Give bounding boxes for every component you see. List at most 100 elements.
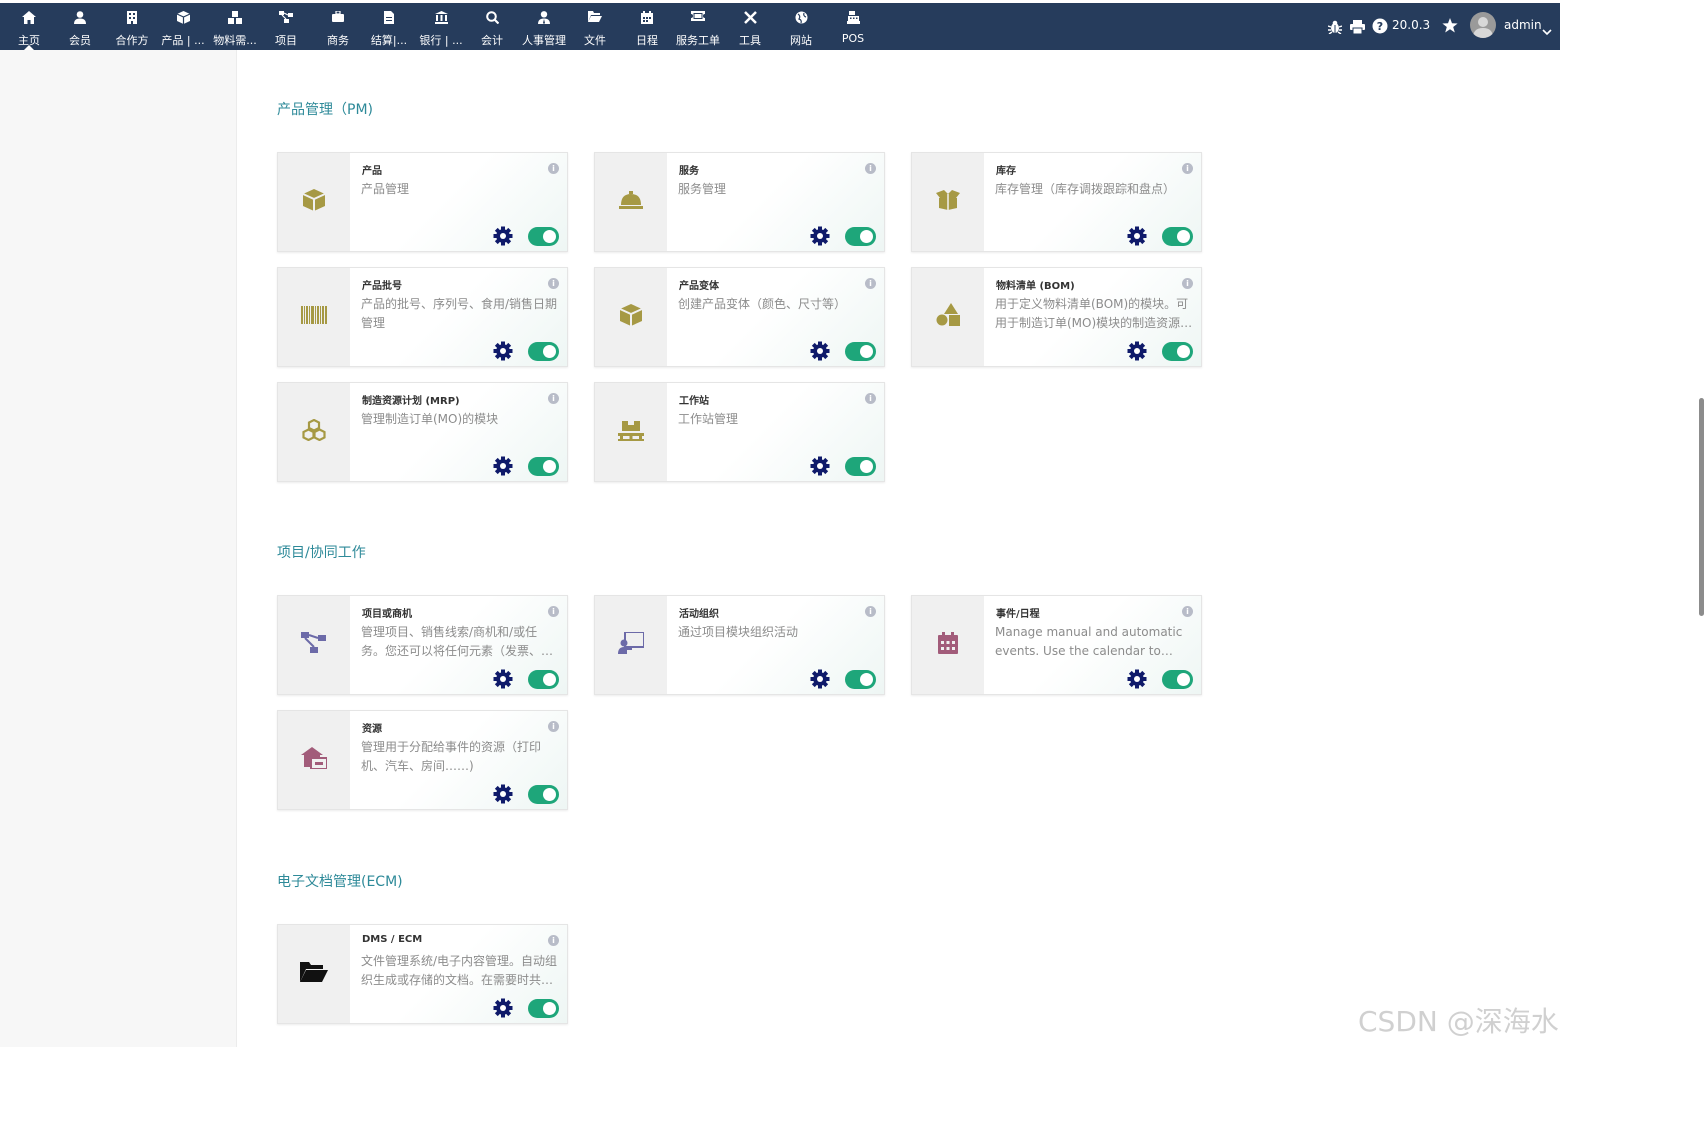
sitemap-icon	[301, 632, 327, 658]
info-icon[interactable]: i	[865, 163, 876, 174]
module-enable-toggle[interactable]	[845, 670, 876, 689]
module-enable-toggle[interactable]	[845, 457, 876, 476]
module-card-resource[interactable]: 资源 管理用于分配给事件的资源（打印机、汽车、房间……) i	[277, 710, 568, 810]
info-icon[interactable]: i	[865, 393, 876, 404]
gear-icon[interactable]	[1127, 226, 1147, 246]
module-card-product[interactable]: 产品 产品管理 i	[277, 152, 568, 252]
bank-icon	[416, 11, 466, 25]
page-scrollbar[interactable]	[1699, 398, 1704, 616]
nav-products[interactable]: 产品 | ...	[158, 3, 208, 50]
info-icon[interactable]: i	[1182, 163, 1193, 174]
module-card-mrp[interactable]: 制造资源计划 (MRP) 管理制造订单(MO)的模块 i	[277, 382, 568, 482]
gear-icon[interactable]	[1127, 341, 1147, 361]
nav-billing[interactable]: 结算|...	[364, 3, 414, 50]
version-label: 20.0.3	[1392, 18, 1431, 32]
gear-icon[interactable]	[810, 341, 830, 361]
gear-icon[interactable]	[810, 226, 830, 246]
gear-icon[interactable]	[493, 998, 513, 1018]
user-tie-icon	[519, 11, 569, 25]
module-description: 通过项目模块组织活动	[678, 625, 799, 639]
gear-icon[interactable]	[810, 669, 830, 689]
shapes-icon	[936, 303, 960, 331]
bookmark-star-icon[interactable]	[1442, 18, 1458, 37]
module-enable-toggle[interactable]	[1162, 227, 1193, 246]
nav-tickets[interactable]: 服务工单	[673, 3, 723, 50]
nav-bank[interactable]: 银行 | ...	[416, 3, 466, 50]
module-card-product-variant[interactable]: 产品变体 创建产品变体（颜色、尺寸等） i	[594, 267, 885, 367]
nav-website[interactable]: 网站	[776, 3, 826, 50]
module-card-project[interactable]: 项目或商机 管理项目、销售线索/商机和/或任务。您还可以将任何元素（发票、订单、…	[277, 595, 568, 695]
module-enable-toggle[interactable]	[528, 670, 559, 689]
info-icon[interactable]: i	[865, 278, 876, 289]
module-title: 物料清单 (BOM)	[996, 281, 1075, 292]
module-enable-toggle[interactable]	[1162, 670, 1193, 689]
module-card-event-organization[interactable]: 活动组织 通过项目模块组织活动 i	[594, 595, 885, 695]
cubes-icon	[210, 11, 260, 25]
nav-label: 主页	[18, 34, 40, 47]
gear-icon[interactable]	[493, 226, 513, 246]
gear-icon[interactable]	[810, 456, 830, 476]
gear-icon[interactable]	[493, 341, 513, 361]
nav-label: 产品 | ...	[161, 34, 205, 47]
module-icon-box	[278, 711, 350, 809]
nav-agenda[interactable]: 日程	[622, 3, 672, 50]
nav-hr[interactable]: 人事管理	[519, 3, 569, 50]
nav-projects[interactable]: 项目	[261, 3, 311, 50]
info-icon[interactable]: i	[548, 935, 559, 946]
nav-commerce[interactable]: 商务	[313, 3, 363, 50]
module-enable-toggle[interactable]	[845, 342, 876, 361]
info-icon[interactable]: i	[548, 393, 559, 404]
nav-tools[interactable]: 工具	[725, 3, 775, 50]
nav-home[interactable]: 主页	[4, 3, 54, 50]
module-card-bom[interactable]: 物料清单 (BOM) 用于定义物料清单(BOM)的模块。可用于制造订单(MO)模…	[911, 267, 1202, 367]
nav-pos[interactable]: POS	[828, 3, 878, 50]
module-enable-toggle[interactable]	[528, 999, 559, 1018]
module-enable-toggle[interactable]	[528, 227, 559, 246]
info-icon[interactable]: i	[548, 606, 559, 617]
info-icon[interactable]: i	[548, 163, 559, 174]
module-enable-toggle[interactable]	[845, 227, 876, 246]
info-icon[interactable]: i	[865, 606, 876, 617]
module-title: 活动组织	[679, 609, 719, 620]
module-description: Manage manual and automatic events. Use …	[995, 625, 1183, 658]
print-icon[interactable]	[1350, 19, 1365, 38]
nav-label: 文件	[584, 34, 606, 47]
gear-icon[interactable]	[493, 456, 513, 476]
avatar[interactable]	[1470, 12, 1496, 38]
gear-icon[interactable]	[493, 784, 513, 804]
module-card-workstation[interactable]: 工作站 工作站管理 i	[594, 382, 885, 482]
module-enable-toggle[interactable]	[1162, 342, 1193, 361]
module-title: 服务	[679, 166, 699, 177]
module-card-product-lot[interactable]: 产品批号 产品的批号、序列号、食用/销售日期管理 i	[277, 267, 568, 367]
info-icon[interactable]: i	[548, 278, 559, 289]
module-description: 文件管理系统/电子内容管理。自动组织生成或存储的文档。在需要时共享它们	[361, 954, 558, 987]
module-enable-toggle[interactable]	[528, 785, 559, 804]
module-card-stock[interactable]: 库存 库存管理（库存调拨跟踪和盘点） i	[911, 152, 1202, 252]
nav-label: 会员	[69, 34, 91, 47]
module-title: 事件/日程	[996, 609, 1040, 620]
module-enable-toggle[interactable]	[528, 457, 559, 476]
gear-icon[interactable]	[1127, 669, 1147, 689]
concierge-bell-icon	[619, 190, 643, 214]
module-enable-toggle[interactable]	[528, 342, 559, 361]
info-icon[interactable]: i	[1182, 278, 1193, 289]
info-icon[interactable]: i	[1182, 606, 1193, 617]
tools-icon	[725, 11, 775, 25]
chevron-down-icon[interactable]	[1542, 21, 1552, 40]
nav-documents[interactable]: 文件	[570, 3, 620, 50]
module-card-agenda[interactable]: 事件/日程 Manage manual and automatic events…	[911, 595, 1202, 695]
globe-icon	[776, 11, 826, 25]
left-sidebar	[0, 50, 237, 1047]
nav-mrp[interactable]: 物料需...	[210, 3, 260, 50]
module-card-dms-ecm[interactable]: DMS / ECM 文件管理系统/电子内容管理。自动组织生成或存储的文档。在需要…	[277, 924, 568, 1024]
nav-accounting[interactable]: 会计	[467, 3, 517, 50]
module-card-service[interactable]: 服务 服务管理 i	[594, 152, 885, 252]
nav-partners[interactable]: 合作方	[107, 3, 157, 50]
help-icon[interactable]: ?	[1372, 18, 1388, 38]
gear-icon[interactable]	[493, 669, 513, 689]
info-icon[interactable]: i	[548, 721, 559, 732]
house-user-icon	[301, 747, 328, 773]
username-label[interactable]: admin	[1504, 18, 1542, 32]
nav-members[interactable]: 会员	[55, 3, 105, 50]
bug-icon[interactable]	[1327, 19, 1343, 38]
